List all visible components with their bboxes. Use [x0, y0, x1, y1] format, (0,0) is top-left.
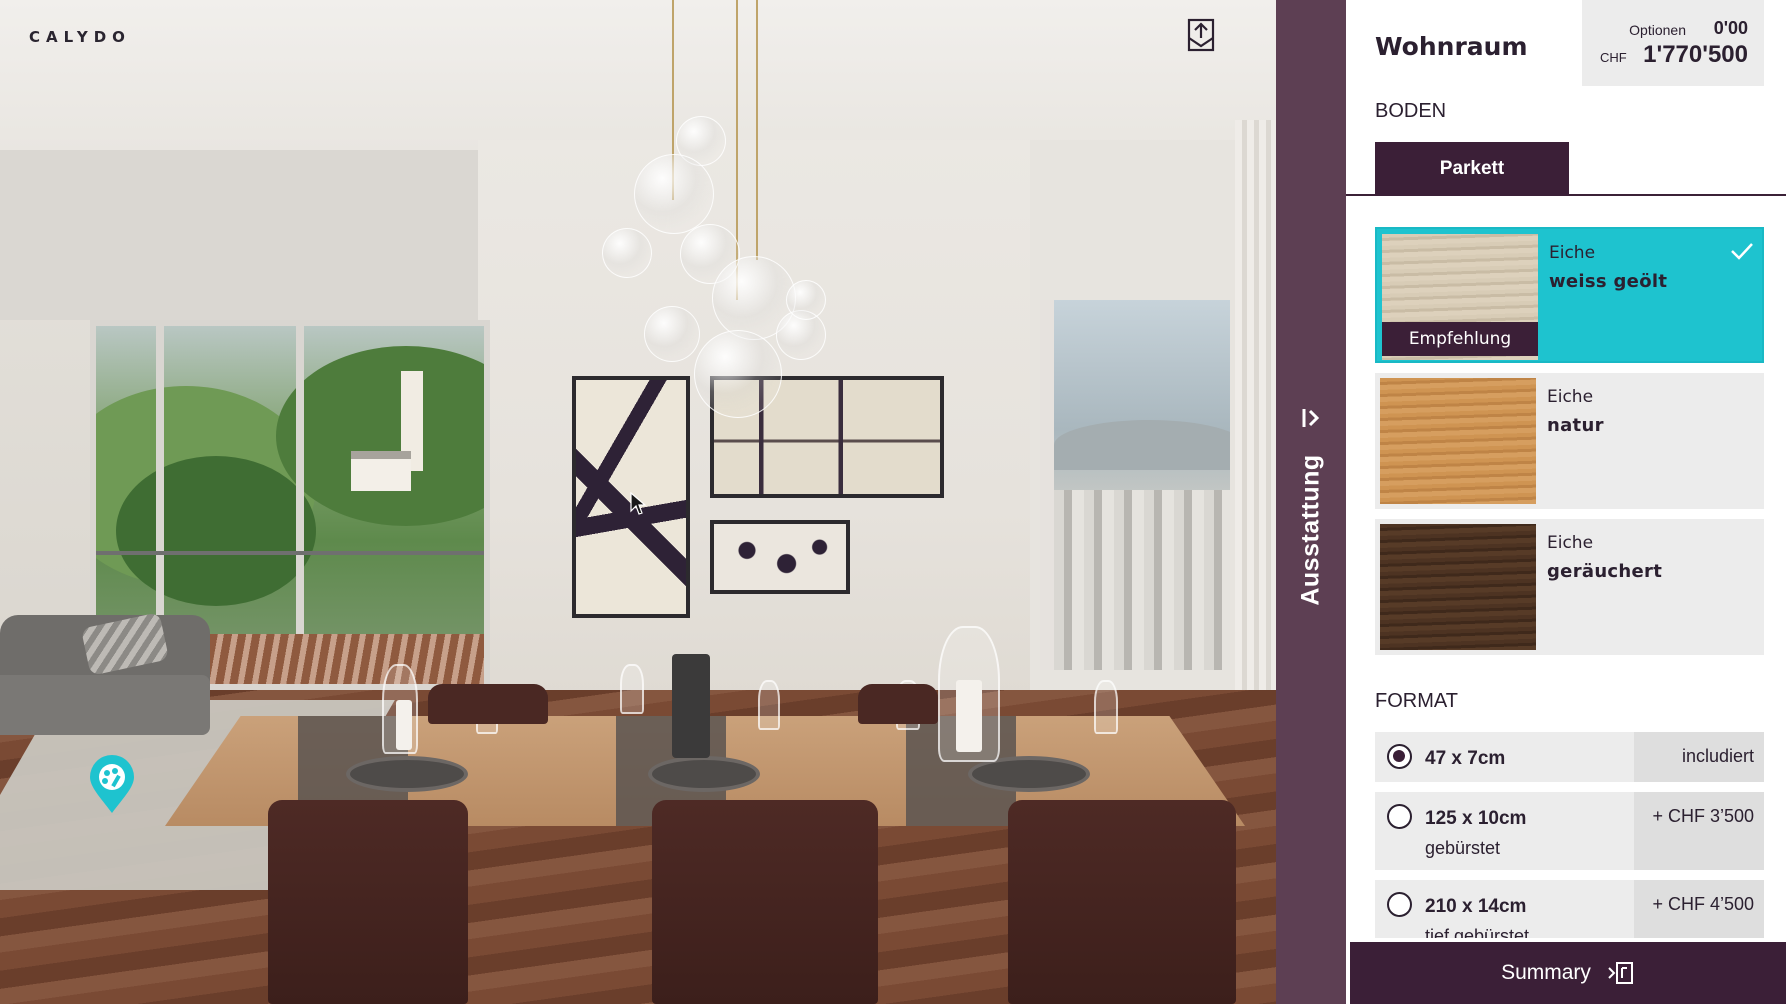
- format-price: includiert: [1634, 732, 1764, 782]
- format-option-125x10[interactable]: 125 x 10cm gebürstet + CHF 3’500: [1375, 792, 1764, 870]
- floor-tabs: Parkett: [1346, 142, 1786, 196]
- room-title: Wohnraum: [1375, 32, 1528, 61]
- chair: [858, 684, 938, 724]
- format-option-210x14[interactable]: 210 x 14cm tief gebürstet + CHF 4’500: [1375, 880, 1764, 938]
- floor-section-title: BODEN: [1375, 100, 1447, 122]
- format-section-title: FORMAT: [1375, 690, 1458, 712]
- mail-icon[interactable]: [1186, 18, 1216, 52]
- material-type: Eiche: [1549, 243, 1596, 263]
- radio-selected[interactable]: [1387, 744, 1412, 769]
- ceiling: [0, 0, 1276, 150]
- checkmark-icon: [1730, 239, 1754, 263]
- configuration-panel: Wohnraum Optionen 0'00 CHF 1'770'500 BOD…: [1346, 0, 1786, 1004]
- plate: [648, 756, 760, 792]
- options-value: 0'00: [1713, 18, 1748, 38]
- format-finish: gebürstet: [1425, 838, 1501, 858]
- ausstattung-label[interactable]: Ausstattung: [1297, 454, 1326, 605]
- material-type: Eiche: [1547, 387, 1594, 407]
- format-size: 47 x 7cm: [1425, 748, 1506, 769]
- format-option-47x7[interactable]: 47 x 7cm includiert: [1375, 732, 1764, 782]
- material-card-eiche-weiss-geoelt[interactable]: Empfehlung Eiche weiss geölt: [1375, 227, 1764, 363]
- customize-hotspot-icon[interactable]: [88, 753, 136, 815]
- material-finish: geräuchert: [1547, 561, 1663, 582]
- glass: [620, 664, 644, 714]
- chair: [428, 684, 548, 724]
- ausstattung-tab[interactable]: Ausstattung: [1276, 0, 1346, 1004]
- currency-label: CHF: [1600, 50, 1627, 65]
- chair: [1008, 800, 1236, 1004]
- options-label: Optionen: [1629, 22, 1686, 38]
- candle: [396, 700, 412, 750]
- material-finish: weiss geölt: [1549, 271, 1668, 292]
- candle: [956, 680, 982, 752]
- tab-parkett[interactable]: Parkett: [1375, 142, 1569, 196]
- mouse-cursor-icon: [630, 491, 647, 520]
- format-price: + CHF 3’500: [1634, 792, 1764, 870]
- radio-unselected[interactable]: [1387, 892, 1412, 917]
- room-visualization[interactable]: CALYDO: [0, 0, 1276, 1004]
- brand-logo[interactable]: CALYDO: [29, 28, 131, 46]
- price-summary: Optionen 0'00 CHF 1'770'500: [1582, 0, 1764, 86]
- format-size: 125 x 10cm: [1425, 808, 1527, 829]
- material-type: Eiche: [1547, 533, 1594, 553]
- artwork-small: [710, 520, 850, 594]
- vase: [672, 654, 710, 758]
- format-size: 210 x 14cm: [1425, 896, 1527, 917]
- chair: [268, 800, 468, 1004]
- total-price: 1'770'500: [1643, 41, 1748, 68]
- plate: [346, 756, 468, 792]
- left-wall: [0, 150, 485, 320]
- summary-arrow-icon: [1607, 960, 1635, 986]
- summary-label: Summary: [1501, 961, 1591, 984]
- chair: [652, 800, 878, 1004]
- radio-unselected[interactable]: [1387, 804, 1412, 829]
- wood-swatch: [1380, 378, 1536, 504]
- glass: [1094, 680, 1118, 734]
- material-card-eiche-natur[interactable]: Eiche natur: [1375, 373, 1764, 509]
- format-finish: tief gebürstet: [1425, 926, 1530, 938]
- recommendation-badge: Empfehlung: [1382, 322, 1538, 356]
- wood-swatch: [1380, 524, 1536, 650]
- material-finish: natur: [1547, 415, 1604, 436]
- collapse-arrow-icon[interactable]: [1297, 404, 1325, 432]
- material-card-eiche-geraeuchert[interactable]: Eiche geräuchert: [1375, 519, 1764, 655]
- format-price: + CHF 4’500: [1634, 880, 1764, 938]
- format-options-list[interactable]: 47 x 7cm includiert 125 x 10cm gebürstet…: [1375, 732, 1764, 938]
- summary-button[interactable]: Summary: [1350, 942, 1786, 1004]
- right-window-view: [1040, 300, 1230, 670]
- glass: [758, 680, 780, 730]
